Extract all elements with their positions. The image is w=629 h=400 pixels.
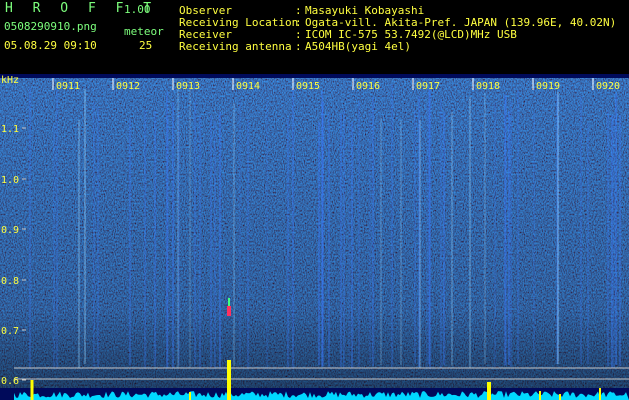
time-label: 0919 bbox=[536, 81, 560, 92]
signal-peak bbox=[227, 360, 231, 400]
y-tick-label: 0.9 bbox=[1, 225, 19, 236]
y-tick-label: 0.6 bbox=[1, 376, 19, 387]
signal-peak bbox=[487, 382, 491, 400]
spectrogram: kHz 1.1 1.0 0.9 0.8 0.7 0.6 0911 0912 0913 0914 0… bbox=[0, 74, 629, 400]
image-filename: 0508290910.png bbox=[4, 20, 97, 33]
unit-label: kHz bbox=[1, 75, 19, 86]
signal-peak bbox=[559, 394, 561, 400]
time-label: 0914 bbox=[236, 81, 260, 92]
colon-sep: : bbox=[295, 40, 302, 53]
signal-peak bbox=[599, 388, 601, 400]
antenna-value: A504HB(yagi 4el) bbox=[305, 40, 411, 53]
observation-datetime: 05.08.29 09:10 bbox=[4, 39, 97, 52]
y-tick-label: 0.8 bbox=[1, 276, 19, 287]
header-panel: H R O F F T 1.00 0508290910.png 05.08.29… bbox=[0, 0, 629, 74]
signal-peak bbox=[189, 392, 191, 400]
signal-peak bbox=[539, 391, 541, 400]
time-label: 0916 bbox=[356, 81, 380, 92]
meteor-echo-mark bbox=[227, 306, 231, 316]
spectrogram-panel: kHz 1.1 1.0 0.9 0.8 0.7 0.6 0911 0912 0913 0914 0… bbox=[0, 74, 629, 400]
time-label: 0915 bbox=[296, 81, 320, 92]
signal-peak bbox=[30, 380, 34, 400]
app-version: 1.00 bbox=[124, 3, 151, 16]
meteor-count: 25 bbox=[139, 39, 153, 52]
antenna-key: Receiving antenna bbox=[179, 40, 292, 53]
meteor-label: meteor bbox=[124, 25, 164, 38]
time-label: 0918 bbox=[476, 81, 500, 92]
time-label: 0913 bbox=[176, 81, 200, 92]
time-label: 0917 bbox=[416, 81, 440, 92]
meteor-echo-halo bbox=[228, 298, 230, 306]
time-label: 0920 bbox=[596, 81, 620, 92]
y-tick-label: 1.0 bbox=[1, 175, 19, 186]
y-tick-label: 1.1 bbox=[1, 124, 19, 135]
time-label: 0912 bbox=[116, 81, 140, 92]
y-tick-label: 0.7 bbox=[1, 326, 19, 337]
time-label: 0911 bbox=[56, 81, 80, 92]
